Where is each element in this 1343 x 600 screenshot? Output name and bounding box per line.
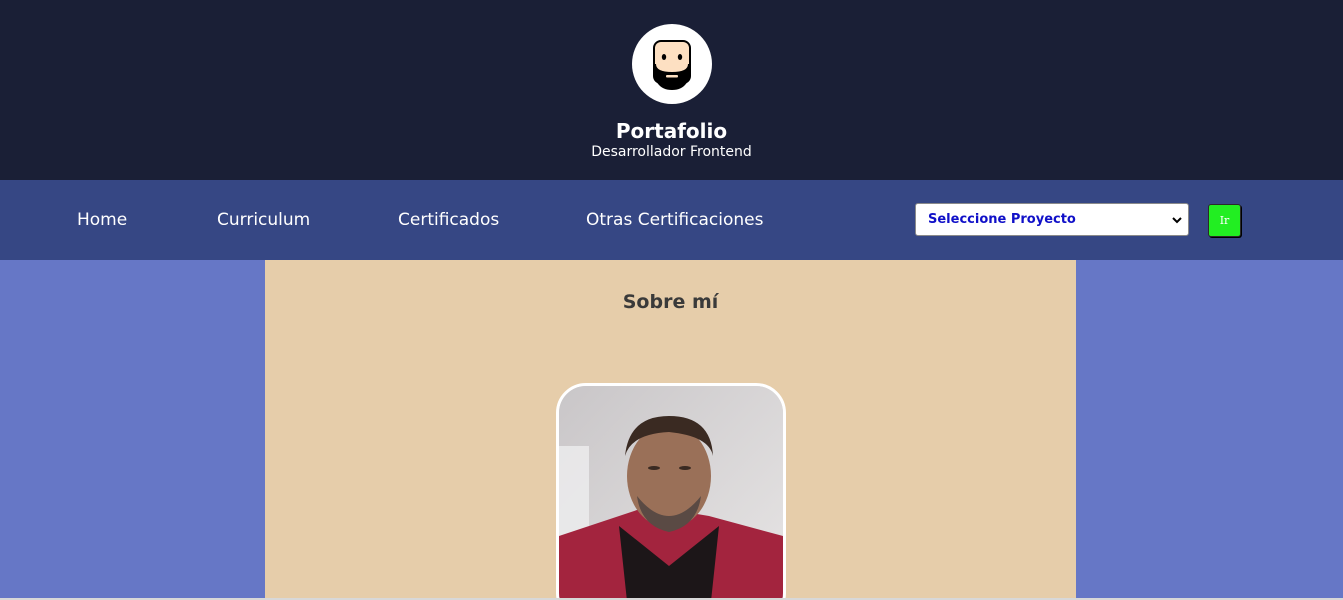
go-button[interactable]: Ir — [1208, 204, 1241, 237]
project-select[interactable]: Seleccione Proyecto — [915, 203, 1189, 236]
about-section: Sobre mí — [265, 260, 1076, 600]
chevron-down-icon — [1172, 217, 1182, 224]
site-title: Portafolio — [615, 119, 728, 143]
bearded-face-avatar-icon — [652, 40, 691, 90]
main-nav: Home Curriculum Certificados Otras Certi… — [0, 180, 1343, 260]
nav-link-home[interactable]: Home — [77, 210, 127, 230]
nav-link-certificados[interactable]: Certificados — [398, 210, 499, 230]
logo — [631, 24, 712, 104]
profile-photo-image — [559, 386, 783, 600]
section-title: Sobre mí — [622, 291, 719, 313]
nav-link-curriculum[interactable]: Curriculum — [217, 210, 310, 230]
project-select-value: Seleccione Proyecto — [928, 212, 1076, 227]
profile-photo — [556, 383, 786, 600]
nav-link-otras-certificaciones[interactable]: Otras Certificaciones — [586, 210, 763, 230]
site-subtitle: Desarrollador Frontend — [591, 144, 752, 160]
site-header: Portafolio Desarrollador Frontend — [0, 0, 1343, 180]
